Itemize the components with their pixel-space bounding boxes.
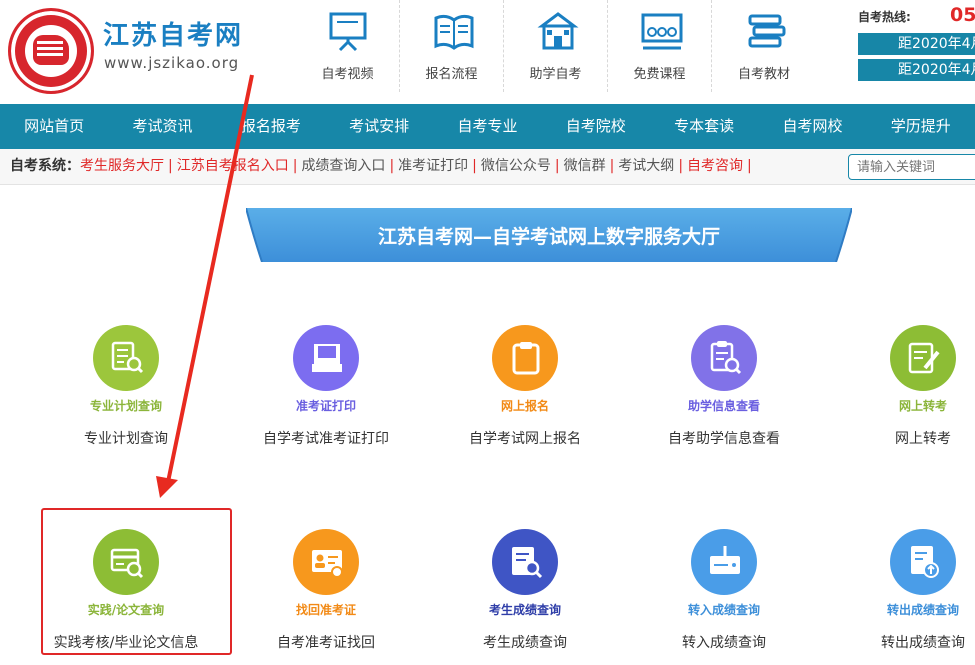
site-logo-icon[interactable]: [8, 8, 94, 94]
service-label[interactable]: 考生成绩查询: [425, 632, 625, 652]
service-score-query[interactable]: 考生成绩查询 考生成绩查询: [425, 529, 625, 652]
search-input[interactable]: [848, 154, 975, 180]
id-card-icon: [312, 550, 343, 578]
classroom-icon: [641, 13, 683, 50]
printer-icon: [312, 344, 342, 372]
exam-countdown: 距2020年4月: [858, 59, 975, 81]
service-caption: 找回准考证: [295, 603, 356, 617]
open-book-icon: [434, 14, 474, 50]
sub-nav-link-wechat-group[interactable]: 微信群: [564, 158, 606, 174]
presentation-board-icon: [329, 12, 367, 52]
nav-home[interactable]: 网站首页: [0, 104, 108, 149]
service-caption: 转入成绩查询: [687, 603, 760, 617]
top-nav-courses[interactable]: 免费课程: [608, 0, 712, 92]
sub-nav-link-wechat-account[interactable]: 微信公众号: [481, 158, 551, 174]
service-caption: 准考证打印: [295, 399, 356, 413]
service-caption: 转出成绩查询: [886, 603, 959, 617]
service-online-transfer[interactable]: 网上转考 网上转考: [823, 325, 975, 448]
service-ticket-print[interactable]: 准考证打印 自学考试准考证打印: [226, 325, 426, 448]
nav-registration[interactable]: 报名报考: [217, 104, 325, 149]
top-nav-label: 报名流程: [425, 67, 478, 82]
nav-online-school[interactable]: 自考网校: [758, 104, 866, 149]
service-label[interactable]: 自考准考证找回: [226, 632, 426, 652]
service-label[interactable]: 转出成绩查询: [823, 632, 975, 652]
transfer-in-icon: [710, 546, 740, 574]
service-caption: 网上转考: [898, 399, 947, 413]
sub-nav-link-service-hall[interactable]: 考生服务大厅: [80, 158, 164, 174]
service-label[interactable]: 自学考试网上报名: [425, 428, 625, 448]
top-nav-label: 免费课程: [633, 67, 686, 82]
service-label[interactable]: 专业计划查询: [26, 428, 226, 448]
nav-degree-upgrade[interactable]: 学历提升: [867, 104, 975, 149]
edit-document-icon: [908, 342, 940, 374]
hotline-label: 自考热线:: [858, 10, 911, 24]
school-building-icon: [537, 12, 579, 50]
top-quick-nav: 自考视频 报名流程 助学自考 免费课程 自考教材: [296, 0, 816, 92]
service-transfer-out-scores[interactable]: 转出成绩查询 转出成绩查询: [823, 529, 975, 652]
checklist-search-icon: [111, 341, 144, 374]
transfer-out-icon: [911, 546, 939, 578]
document-search-icon: [710, 341, 742, 375]
sub-nav-link-admission-ticket[interactable]: 准考证打印: [398, 158, 468, 174]
service-label[interactable]: 自学考试准考证打印: [226, 428, 426, 448]
service-major-plan[interactable]: 专业计划查询 专业计划查询: [26, 325, 226, 448]
nav-majors[interactable]: 自考专业: [433, 104, 541, 149]
service-transfer-in-scores[interactable]: 转入成绩查询 转入成绩查询: [624, 529, 824, 652]
service-online-registration[interactable]: 网上报名 自学考试网上报名: [425, 325, 625, 448]
service-ticket-recovery[interactable]: 找回准考证 自考准考证找回: [226, 529, 426, 652]
sub-nav-link-scores[interactable]: 成绩查询入口: [301, 158, 385, 174]
banner-title: 江苏自考网—自学考试网上数字服务大厅: [377, 226, 720, 248]
top-nav-process[interactable]: 报名流程: [400, 0, 504, 92]
site-url: www.jszikao.org: [104, 54, 240, 72]
sub-nav-link-registration[interactable]: 江苏自考报名入口: [177, 158, 289, 174]
highlight-box: [41, 508, 232, 655]
top-nav-video[interactable]: 自考视频: [296, 0, 400, 92]
site-title[interactable]: 江苏自考网: [103, 15, 243, 52]
service-hall-banner: 江苏自考网—自学考试网上数字服务大厅: [246, 208, 852, 262]
service-label[interactable]: 转入成绩查询: [624, 632, 824, 652]
sub-nav: 自考系统：考生服务大厅 | 江苏自考报名入口 | 成绩查询入口 | 准考证打印 | 微信公众号 |…: [0, 149, 975, 185]
nav-news[interactable]: 考试资讯: [108, 104, 216, 149]
exam-countdown: 距2020年4月: [858, 33, 975, 55]
top-nav-label: 自考教材: [737, 67, 790, 82]
book-stack-icon: [748, 14, 786, 48]
service-assist-info[interactable]: 助学信息查看 自考助学信息查看: [624, 325, 824, 448]
score-search-icon: [512, 547, 543, 579]
service-caption: 助学信息查看: [687, 399, 760, 413]
nav-dual-degree[interactable]: 专本套读: [650, 104, 758, 149]
sub-nav-link-consult[interactable]: 自考咨询: [687, 158, 743, 174]
service-caption: 考生成绩查询: [488, 603, 561, 617]
site-header: 江苏自考网 www.jszikao.org 自考视频 报名流程 助学自考 免费课…: [0, 0, 975, 104]
service-caption: 网上报名: [500, 399, 549, 413]
service-label[interactable]: 自考助学信息查看: [624, 428, 824, 448]
service-caption: 专业计划查询: [89, 399, 162, 413]
top-nav-label: 自考视频: [321, 67, 374, 82]
main-nav: 网站首页 考试资讯 报名报考 考试安排 自考专业 自考院校 专本套读 自考网校 …: [0, 104, 975, 149]
top-nav-label: 助学自考: [529, 67, 582, 82]
top-nav-assist[interactable]: 助学自考: [504, 0, 608, 92]
sub-nav-label: 自考系统：: [10, 158, 80, 174]
clipboard-icon: [512, 342, 540, 375]
nav-schools[interactable]: 自考院校: [542, 104, 650, 149]
hotline-number: 05: [950, 4, 975, 26]
sub-nav-link-syllabus[interactable]: 考试大纲: [618, 158, 674, 174]
nav-schedule[interactable]: 考试安排: [325, 104, 433, 149]
top-nav-textbooks[interactable]: 自考教材: [712, 0, 816, 92]
service-label[interactable]: 网上转考: [823, 428, 975, 448]
